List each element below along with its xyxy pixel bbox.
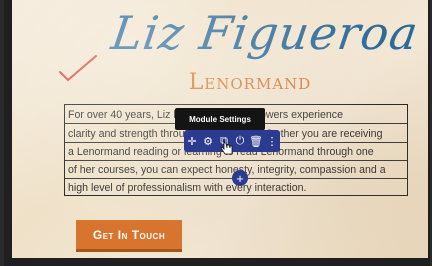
gear-icon[interactable]: ⚙ [202,134,214,148]
trash-icon[interactable]: 🗑 [249,134,263,148]
text-line: high level of professionalism with every… [68,182,307,194]
page-canvas: Liz Figueroa Lenormand For over 40 years… [12,0,428,258]
line-rule [65,160,407,161]
more-icon[interactable]: ⋮ [266,134,278,148]
hand-cursor-icon [220,140,233,155]
power-icon[interactable]: ⏻ [234,134,246,148]
brand-name: Liz Figueroa [108,6,422,60]
get-in-touch-button[interactable]: Get In Touch [76,220,182,252]
checkmark-icon [59,55,97,82]
brand-subtitle: Lenormand [188,70,312,95]
text-line: of her courses, you can expect honesty, … [68,164,386,176]
add-module-button[interactable]: + [232,170,248,186]
module-settings-tooltip: Module Settings [175,108,265,130]
move-icon[interactable]: ✛ [186,134,198,148]
